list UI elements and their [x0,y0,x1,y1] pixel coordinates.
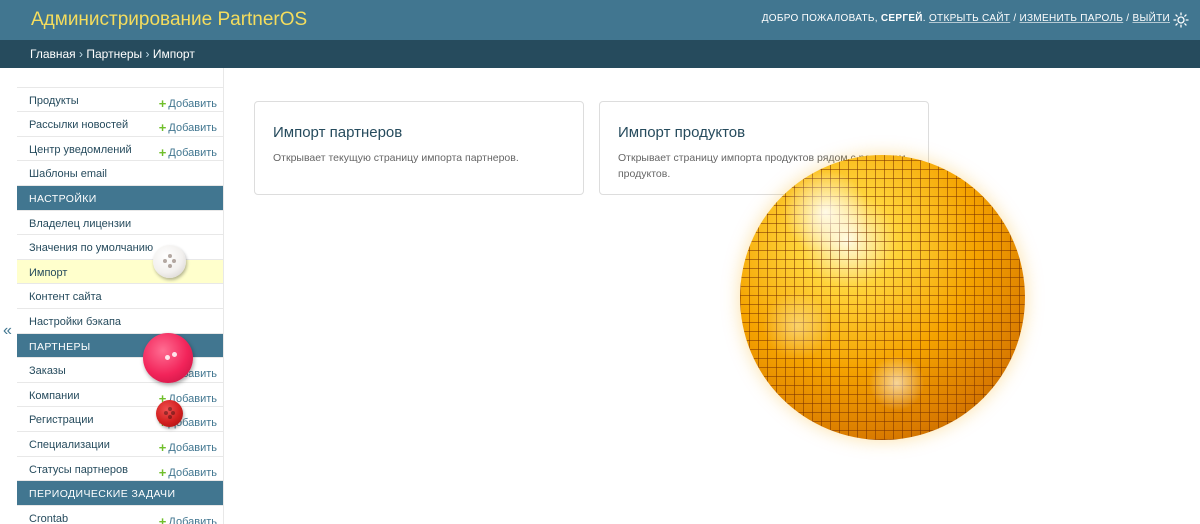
sidebar-section-partners[interactable]: Партнеры [17,333,223,359]
breadcrumb-separator: › [145,47,150,61]
view-site-link[interactable]: ОТКРЫТЬ САЙТ [929,13,1010,24]
user-tools: ДОБРО ПОЖАЛОВАТЬ, СЕРГЕЙ. ОТКРЫТЬ САЙТ /… [761,13,1170,24]
card-description: Открывает текущую страницу импорта партн… [273,152,519,164]
plus-icon: + [158,95,167,111]
sidebar-item-orders[interactable]: Заказы +Добавить [17,358,223,383]
sidebar-item-label[interactable]: Регистрации [29,414,94,426]
add-products-button[interactable]: + Добавить [158,95,217,111]
sidebar-item-label[interactable]: Шаблоны email [29,168,107,180]
plus-icon: + [158,464,167,480]
sun-icon[interactable] [1173,12,1189,28]
sidebar-item-label[interactable]: Владелец лицензии [29,218,131,230]
plus-icon: + [158,513,167,524]
sidebar-section-settings[interactable]: Настройки [17,185,223,211]
sidebar-item-label[interactable]: Настройки бэкапа [29,316,121,328]
sidebar: Продукты + Добавить Рассылки новостей + До… [17,68,224,524]
add-partner-status-button[interactable]: + Добавить [158,464,217,480]
import-partners-card[interactable]: Импорт партнеров Открывает текущую стран… [254,101,584,195]
breadcrumb: Главная › Партнеры › Импорт [0,40,1200,68]
sidebar-item-label[interactable]: Заказы [29,365,66,377]
welcome-text: ДОБРО ПОЖАЛОВАТЬ, [761,13,878,24]
sidebar-item-import[interactable]: Импорт [17,259,223,285]
sidebar-item-label[interactable]: Crontab [29,513,68,524]
plus-icon: + [158,144,167,160]
site-title[interactable]: Администрирование PartnerOS [31,9,307,31]
sidebar-item-label[interactable]: Статусы партнеров [29,464,128,476]
add-specialization-button[interactable]: + Добавить [158,439,217,455]
sidebar-item-email-templates[interactable]: Шаблоны email [17,161,223,186]
sidebar-item-registrations[interactable]: Регистрации +Добавить [17,407,223,432]
user-tools-separator: / [1126,13,1130,24]
change-password-link[interactable]: ИЗМЕНИТЬ ПАРОЛЬ [1020,13,1124,24]
red-sewing-button-image [156,400,183,427]
username: СЕРГЕЙ [880,13,923,24]
sidebar-item-products[interactable]: Продукты + Добавить [17,88,223,113]
breadcrumb-separator: › [79,47,84,61]
pink-sewing-button-image [143,333,193,383]
sidebar-item-label[interactable]: Центр уведомлений [29,144,132,156]
white-sewing-button-image [153,245,186,278]
sidebar-item-label[interactable]: Импорт [29,267,67,279]
sidebar-item-label[interactable]: Специализации [29,439,110,451]
sidebar-item-label[interactable]: Рассылки новостей [29,119,128,131]
card-title[interactable]: Импорт партнеров [273,124,402,141]
sidebar-collapse-button[interactable]: « [3,322,12,340]
card-title[interactable]: Импорт продуктов [618,124,745,141]
sidebar-item-crontab[interactable]: Crontab + Добавить [17,506,223,524]
sidebar-item-label[interactable]: Компании [29,390,80,402]
plus-icon: + [158,439,167,455]
breadcrumb-section[interactable]: Партнеры [86,47,142,61]
header: Администрирование PartnerOS ДОБРО ПОЖАЛО… [0,0,1200,40]
breadcrumb-home[interactable]: Главная [30,47,76,61]
sidebar-item-defaults[interactable]: Значения по умолчанию [17,235,223,260]
sidebar-item-notifications[interactable]: Центр уведомлений + Добавить [17,137,223,162]
sidebar-item-specializations[interactable]: Специализации + Добавить [17,432,223,457]
sidebar-item-label[interactable]: Контент сайта [29,291,102,303]
sidebar-section-periodic-tasks[interactable]: Периодические задачи [17,481,223,506]
plus-icon: + [158,120,167,136]
add-newsletter-button[interactable]: + Добавить [158,119,217,136]
user-tools-separator: / [1013,13,1017,24]
sidebar-item-backup-settings[interactable]: Настройки бэкапа [17,309,223,334]
sidebar-item-label[interactable]: Значения по умолчанию [29,242,153,254]
disco-ball-image [740,155,1025,440]
sidebar-item-license-owner[interactable]: Владелец лицензии [17,211,223,236]
sidebar-item-partner-statuses[interactable]: Статусы партнеров + Добавить [17,457,223,482]
sidebar-item-partial [17,68,223,88]
sidebar-item-companies[interactable]: Компании + Добавить [17,383,223,408]
sidebar-item-label[interactable]: Продукты [29,95,79,107]
sidebar-item-newsletters[interactable]: Рассылки новостей + Добавить [17,112,223,137]
sidebar-item-site-content[interactable]: Контент сайта [17,284,223,309]
add-crontab-button[interactable]: + Добавить [159,513,217,524]
logout-link[interactable]: ВЫЙТИ [1132,13,1170,24]
add-notification-button[interactable]: + Добавить [158,144,217,160]
breadcrumb-current: Импорт [152,47,195,61]
